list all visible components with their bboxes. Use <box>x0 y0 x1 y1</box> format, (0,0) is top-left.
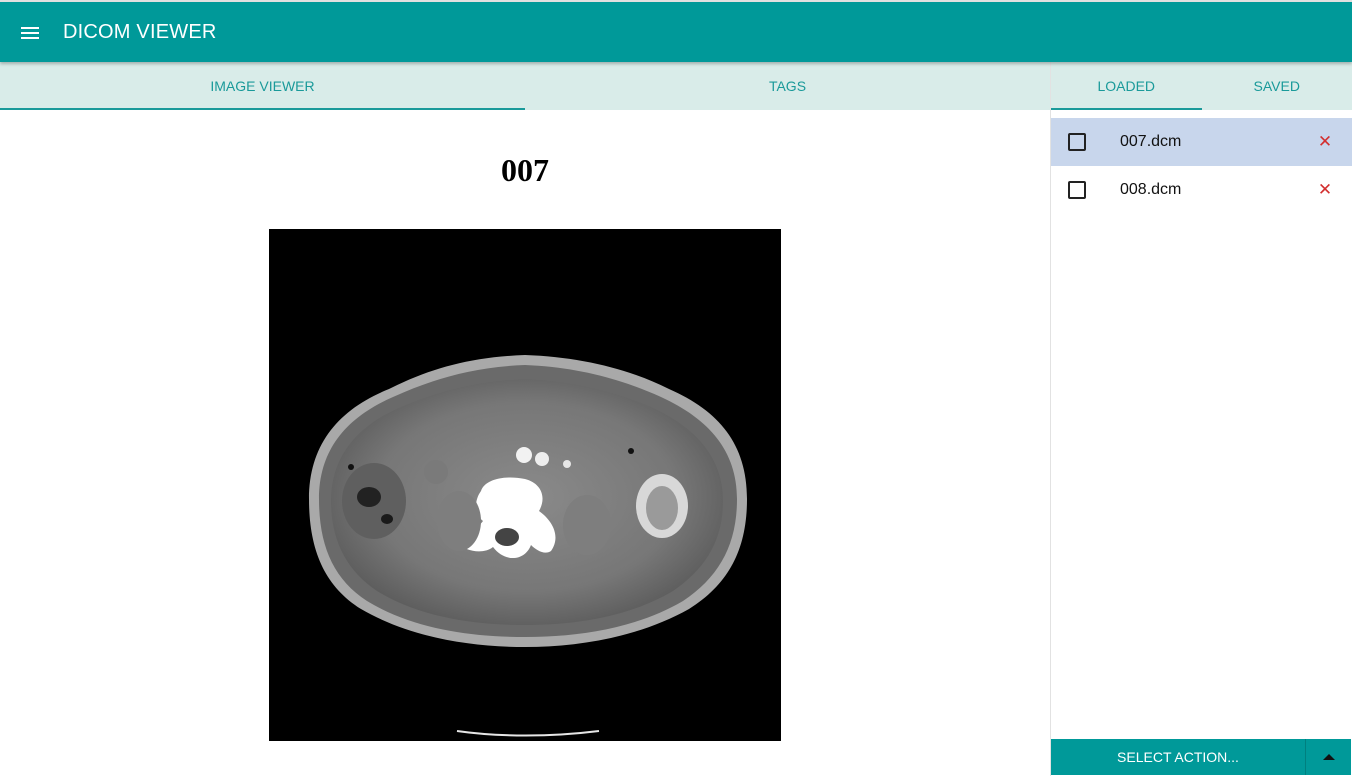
file-row[interactable]: 007.dcm ✕ <box>1051 118 1352 166</box>
dicom-image[interactable] <box>269 229 781 741</box>
ct-scan-image <box>269 229 781 741</box>
select-action-button[interactable]: SELECT ACTION... <box>1051 739 1305 775</box>
tab-image-viewer[interactable]: IMAGE VIEWER <box>0 62 525 110</box>
file-row[interactable]: 008.dcm ✕ <box>1051 166 1352 214</box>
image-title: 007 <box>501 152 549 188</box>
close-icon[interactable]: ✕ <box>1313 130 1337 154</box>
caret-up-icon <box>1322 754 1335 760</box>
loaded-file-list: 007.dcm ✕ 008.dcm ✕ <box>1051 118 1352 214</box>
menu-icon[interactable] <box>12 16 48 50</box>
action-bar: SELECT ACTION... <box>1051 739 1351 775</box>
app-title: DICOM VIEWER <box>63 21 217 43</box>
app-bar: DICOM VIEWER <box>0 0 1352 62</box>
close-icon[interactable]: ✕ <box>1313 178 1337 202</box>
main-tabs: IMAGE VIEWER TAGS <box>0 62 1050 110</box>
file-tabs: LOADED SAVED <box>1051 62 1352 110</box>
file-name: 007.dcm <box>1120 133 1182 150</box>
file-checkbox[interactable] <box>1068 133 1086 151</box>
action-menu-toggle[interactable] <box>1305 739 1351 775</box>
image-viewer-panel: 007 <box>0 110 1050 776</box>
tab-saved[interactable]: SAVED <box>1202 62 1352 110</box>
tab-loaded[interactable]: LOADED <box>1051 62 1202 110</box>
tab-tags[interactable]: TAGS <box>525 62 1050 110</box>
file-name: 008.dcm <box>1120 181 1182 198</box>
file-checkbox[interactable] <box>1068 181 1086 199</box>
